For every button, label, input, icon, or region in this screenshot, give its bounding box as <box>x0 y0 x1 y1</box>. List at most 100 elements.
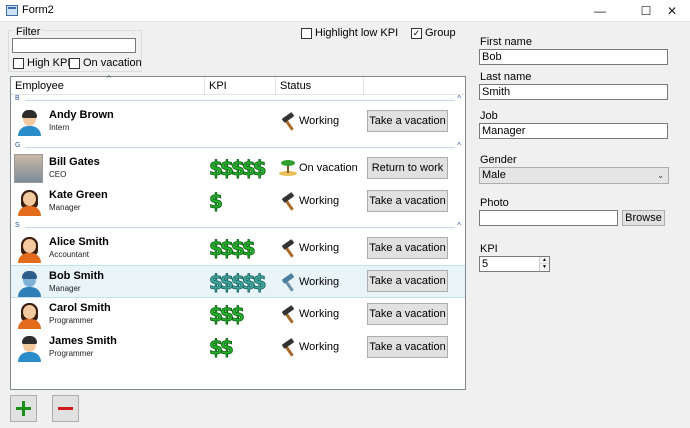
last-name-label: Last name <box>480 71 532 83</box>
browse-button[interactable]: Browse <box>622 210 665 226</box>
status-text: Working <box>299 341 340 353</box>
status-text: Working <box>299 276 340 288</box>
column-divider[interactable] <box>204 77 205 95</box>
column-divider[interactable] <box>275 77 276 95</box>
employee-role: Accountant <box>49 250 90 259</box>
column-divider[interactable] <box>363 77 364 95</box>
collapse-icon[interactable]: ^ <box>457 94 461 103</box>
collapse-icon[interactable]: ^ <box>457 221 461 230</box>
photo-field[interactable] <box>479 210 618 226</box>
group-divider <box>25 147 455 148</box>
high-kpi-label: High KPI <box>27 57 71 69</box>
job-label: Job <box>480 110 498 122</box>
employee-name: Carol Smith <box>49 302 111 314</box>
employee-name: Alice Smith <box>49 236 109 248</box>
column-header-status[interactable]: Status <box>280 80 311 92</box>
employee-role: Intern <box>49 123 70 132</box>
kpi-stepper[interactable]: 5 ▲ ▼ <box>479 256 550 272</box>
avatar <box>17 270 41 297</box>
table-row[interactable]: Kate Green Manager $ Working Take a vaca… <box>11 185 465 218</box>
plus-icon-stem <box>22 401 25 416</box>
gender-value: Male <box>482 169 506 181</box>
photo-avatar <box>14 154 43 183</box>
on-vacation-checkbox[interactable] <box>69 58 80 69</box>
employee-name: Kate Green <box>49 189 108 201</box>
spin-down-icon[interactable]: ▼ <box>539 264 549 271</box>
return-to-work-button[interactable]: Return to work <box>367 157 448 179</box>
table-row[interactable]: Alice Smith Accountant $$$$ Working Take… <box>11 232 465 265</box>
hammer-icon <box>279 273 297 292</box>
hammer-icon <box>279 192 297 211</box>
gender-select[interactable]: Male ⌄ <box>479 167 669 184</box>
high-kpi-checkbox[interactable] <box>13 58 24 69</box>
first-name-field[interactable]: Bob <box>479 49 668 65</box>
add-employee-button[interactable] <box>10 395 37 422</box>
take-vacation-button[interactable]: Take a vacation <box>367 270 448 292</box>
status-text: Working <box>299 195 340 207</box>
close-button[interactable]: ✕ <box>654 0 690 22</box>
status-text: Working <box>299 115 340 127</box>
collapse-icon[interactable]: ^ <box>457 141 461 150</box>
kpi-label: KPI <box>480 243 498 255</box>
minimize-button[interactable]: — <box>582 0 618 22</box>
table-row[interactable]: James Smith Programmer $$ Working Take a… <box>11 331 465 364</box>
list-header: Employee ^ KPI Status <box>11 74 465 95</box>
minus-icon <box>58 407 73 410</box>
title-bar: Form2 — ☐ ✕ <box>0 0 690 22</box>
on-vacation-label: On vacation <box>83 57 142 69</box>
group-letter: B <box>15 95 20 102</box>
employee-role: Manager <box>49 203 81 212</box>
job-field[interactable]: Manager <box>479 123 668 139</box>
island-icon <box>279 159 297 177</box>
employee-name: Bob Smith <box>49 270 104 282</box>
avatar <box>17 189 41 216</box>
employee-name: Andy Brown <box>49 109 114 121</box>
filter-input[interactable] <box>12 38 136 53</box>
kpi-rating: $$$$$ <box>209 270 267 294</box>
group-letter: G <box>15 142 21 149</box>
highlight-low-kpi-checkbox[interactable] <box>301 28 312 39</box>
table-row[interactable]: Bill Gates CEO $$$$$ On vacation Return … <box>11 152 465 185</box>
employee-list[interactable]: Employee ^ KPI Status B ^ Andy Brown Int… <box>10 74 466 390</box>
kpi-rating: $$ <box>209 335 235 359</box>
hammer-icon <box>279 112 297 131</box>
group-label: Group <box>425 27 456 39</box>
status-text: Working <box>299 308 340 320</box>
take-vacation-button[interactable]: Take a vacation <box>367 237 448 259</box>
first-name-label: First name <box>480 36 532 48</box>
avatar <box>17 236 41 263</box>
app-icon <box>6 5 18 16</box>
employee-name: James Smith <box>49 335 117 347</box>
window-title: Form2 <box>22 4 54 16</box>
group-header-b[interactable]: B ^ <box>15 94 463 105</box>
gender-label: Gender <box>480 154 517 166</box>
chevron-down-icon[interactable]: ⌄ <box>657 168 664 183</box>
take-vacation-button[interactable]: Take a vacation <box>367 190 448 212</box>
group-header-g[interactable]: G ^ <box>15 141 463 152</box>
spin-up-icon[interactable]: ▲ <box>539 257 549 264</box>
kpi-rating: $$$$ <box>209 236 256 260</box>
group-divider <box>25 227 455 228</box>
remove-employee-button[interactable] <box>52 395 79 422</box>
table-row[interactable]: Carol Smith Programmer $$$ Working Take … <box>11 298 465 331</box>
avatar <box>17 335 41 362</box>
status-text: Working <box>299 242 340 254</box>
table-row-selected[interactable]: Bob Smith Manager $$$$$ Working Take a v… <box>11 265 465 298</box>
last-name-field[interactable]: Smith <box>479 84 668 100</box>
avatar <box>17 302 41 329</box>
column-header-kpi[interactable]: KPI <box>209 80 227 92</box>
avatar <box>17 109 41 136</box>
highlight-low-kpi-label: Highlight low KPI <box>315 27 399 39</box>
table-row[interactable]: Andy Brown Intern Working Take a vacatio… <box>11 105 465 138</box>
employee-role: Programmer <box>49 349 94 358</box>
kpi-rating: $$$$$ <box>209 156 267 180</box>
status-text: On vacation <box>299 162 358 174</box>
kpi-rating: $ <box>209 189 224 213</box>
take-vacation-button[interactable]: Take a vacation <box>367 303 448 325</box>
take-vacation-button[interactable]: Take a vacation <box>367 336 448 358</box>
column-header-employee[interactable]: Employee <box>15 80 64 92</box>
group-header-s[interactable]: S ^ <box>15 221 463 232</box>
take-vacation-button[interactable]: Take a vacation <box>367 110 448 132</box>
hammer-icon <box>279 305 297 324</box>
group-checkbox[interactable]: ✓ <box>411 28 422 39</box>
